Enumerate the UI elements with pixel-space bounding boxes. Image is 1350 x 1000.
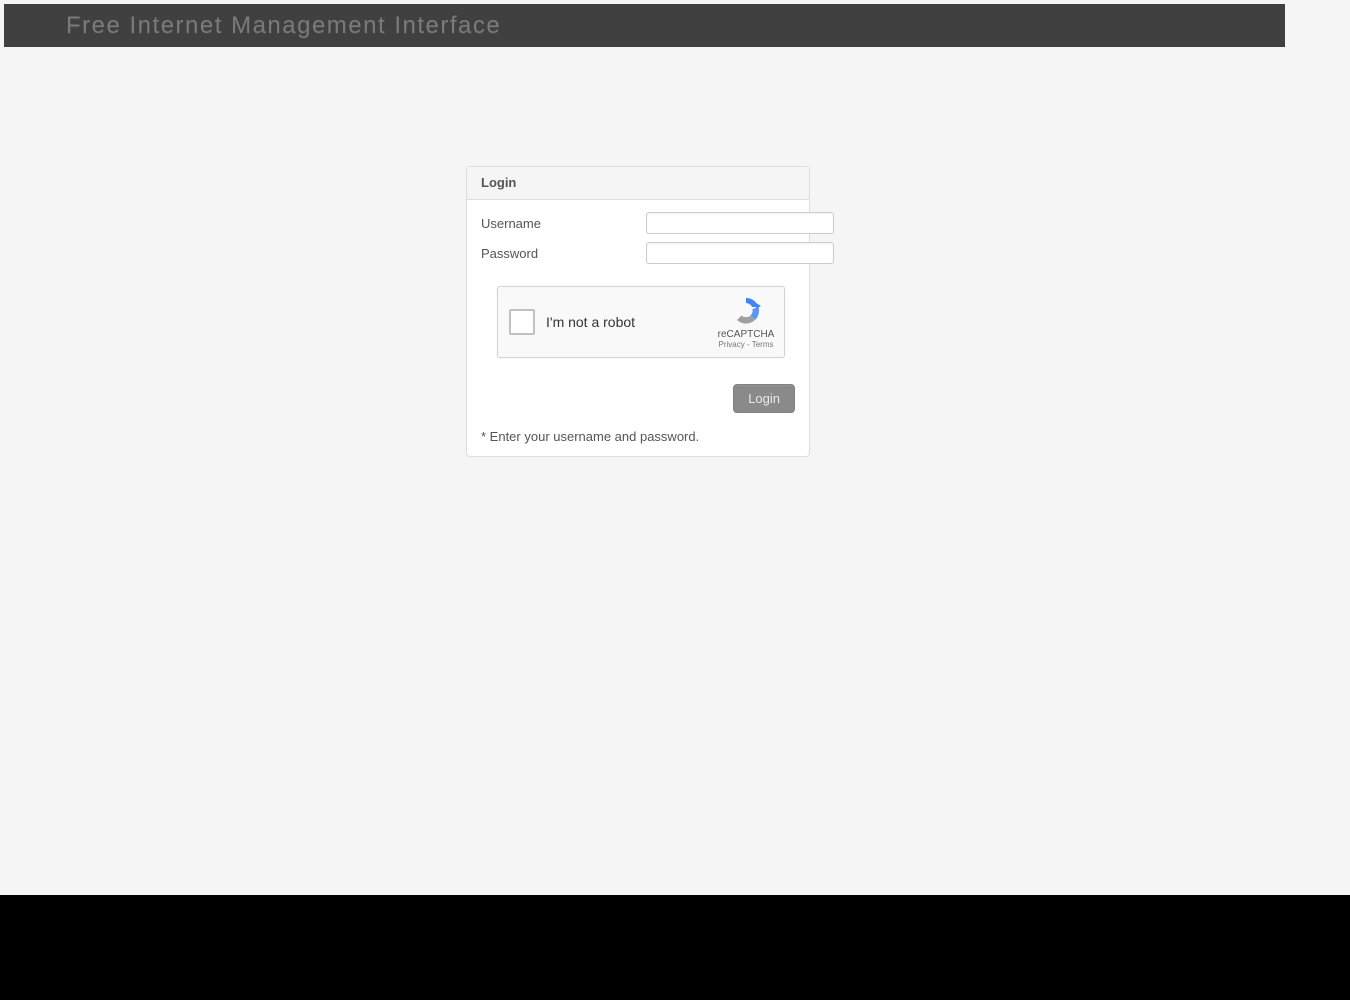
- header-bar: Free Internet Management Interface: [4, 4, 1285, 47]
- recaptcha-separator: -: [745, 340, 752, 349]
- button-row: Login: [481, 384, 795, 413]
- login-panel-title: Login: [481, 175, 516, 190]
- username-row: Username: [481, 210, 795, 236]
- login-panel-body: Username Password I'm not a robot r: [467, 200, 809, 456]
- page-title: Free Internet Management Interface: [66, 12, 501, 40]
- login-button[interactable]: Login: [733, 384, 795, 413]
- recaptcha-widget: I'm not a robot reCAPTCHA Privacy - Term…: [497, 286, 785, 358]
- password-input[interactable]: [646, 242, 834, 264]
- username-label: Username: [481, 216, 646, 231]
- password-row: Password: [481, 240, 795, 266]
- recaptcha-label: I'm not a robot: [546, 314, 714, 330]
- login-footnote: * Enter your username and password.: [481, 429, 795, 444]
- recaptcha-brand-text: reCAPTCHA: [718, 329, 775, 340]
- username-input[interactable]: [646, 212, 834, 234]
- recaptcha-privacy-link[interactable]: Privacy: [719, 340, 745, 349]
- recaptcha-terms-link[interactable]: Terms: [752, 340, 774, 349]
- recaptcha-checkbox[interactable]: [509, 309, 535, 335]
- recaptcha-icon: [730, 295, 762, 327]
- password-label: Password: [481, 246, 646, 261]
- recaptcha-links: Privacy - Terms: [719, 340, 774, 349]
- bottom-bar: [0, 895, 1350, 1000]
- login-panel-header: Login: [467, 167, 809, 200]
- login-panel: Login Username Password I'm not a robot: [466, 166, 810, 457]
- recaptcha-branding: reCAPTCHA Privacy - Terms: [714, 287, 784, 357]
